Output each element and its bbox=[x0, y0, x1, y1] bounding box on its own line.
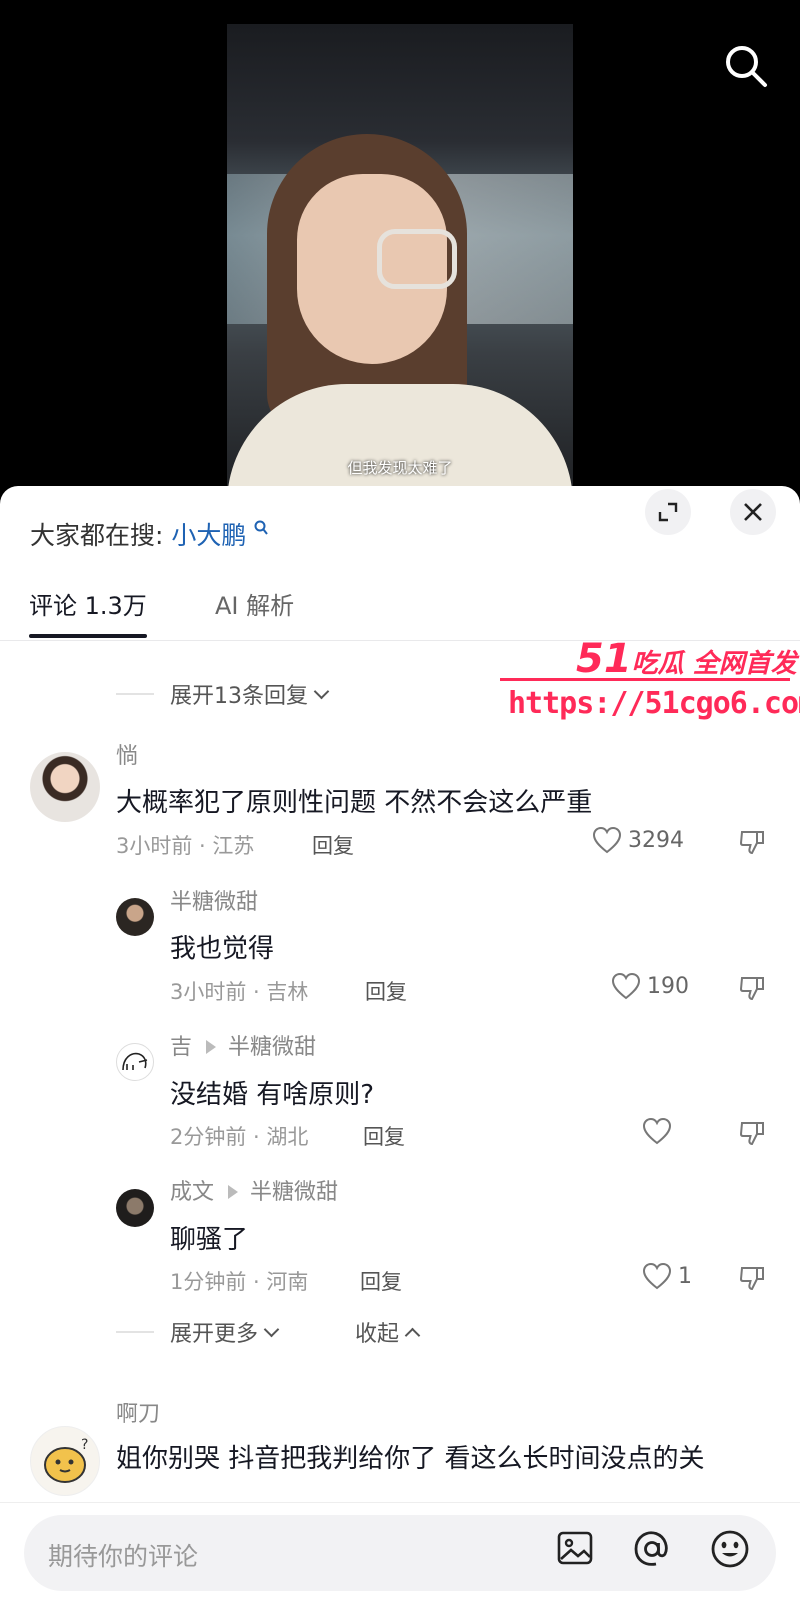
comment-sheet: 大家都在搜: 小大鹏 评论 1.3万 AI 解析 展开13条回复 51吃瓜 全网… bbox=[0, 486, 800, 1604]
avatar-cartoon-icon: ? bbox=[44, 1437, 88, 1483]
reply-meta: 2分钟前 · 湖北 bbox=[170, 1125, 309, 1149]
like-button[interactable] bbox=[642, 1117, 678, 1145]
comment-input-placeholder: 期待你的评论 bbox=[48, 1542, 199, 1571]
like-count: 190 bbox=[647, 973, 689, 999]
reply-button[interactable]: 回复 bbox=[360, 1266, 402, 1296]
emoji-icon[interactable] bbox=[710, 1529, 750, 1569]
hot-search[interactable]: 大家都在搜: 小大鹏 bbox=[30, 516, 269, 552]
chevron-down-icon bbox=[313, 683, 330, 699]
like-button[interactable]: 1 bbox=[642, 1262, 692, 1290]
video-area[interactable]: 但我发现太难了 bbox=[0, 0, 800, 500]
reply-username[interactable]: 半糖微甜 bbox=[170, 884, 258, 916]
small-search-icon bbox=[254, 520, 269, 535]
reply-text: 没结婚 有啥原则? bbox=[170, 1080, 375, 1110]
comment-meta: 3小时前 · 江苏 bbox=[116, 834, 255, 858]
like-count: 1 bbox=[678, 1263, 692, 1289]
like-button[interactable]: 190 bbox=[611, 972, 689, 1000]
dislike-icon[interactable] bbox=[738, 1264, 766, 1292]
reply-button[interactable]: 回复 bbox=[365, 976, 407, 1006]
avatar[interactable] bbox=[116, 1189, 154, 1227]
hot-search-keyword[interactable]: 小大鹏 bbox=[171, 521, 246, 550]
avatar[interactable] bbox=[116, 898, 154, 936]
avatar[interactable] bbox=[30, 752, 100, 822]
tab-ai-analysis[interactable]: AI 解析 bbox=[215, 586, 294, 621]
dislike-icon[interactable] bbox=[738, 974, 766, 1002]
reply-username-label: 成文 bbox=[170, 1180, 215, 1205]
avatar[interactable]: ? bbox=[30, 1426, 100, 1496]
reply-to-arrow-icon bbox=[228, 1185, 239, 1199]
watermark-number: 51 bbox=[576, 636, 632, 682]
video-subtitle: 但我发现太难了 bbox=[347, 459, 453, 477]
reply-username[interactable]: 成文 半糖微甜 bbox=[170, 1174, 338, 1206]
reply-username-label: 吉 bbox=[170, 1035, 193, 1060]
reply-meta: 1分钟前 · 河南 bbox=[170, 1270, 309, 1294]
video-person-glasses bbox=[377, 229, 457, 289]
comment-text: 大概率犯了原则性问题 不然不会这么严重 bbox=[116, 788, 593, 818]
comment-username[interactable]: 啊刀 bbox=[116, 1396, 160, 1428]
comment-input-bar: 期待你的评论 bbox=[0, 1502, 800, 1605]
reply-meta: 3小时前 · 吉林 bbox=[170, 980, 309, 1004]
watermark-bar bbox=[500, 678, 790, 681]
chevron-up-icon bbox=[404, 1327, 421, 1343]
comment-text: 姐你别哭 抖音把我判给你了 看这么长时间没点的关 bbox=[116, 1444, 705, 1474]
hot-search-prefix: 大家都在搜: bbox=[30, 521, 164, 550]
dislike-icon[interactable] bbox=[738, 1119, 766, 1147]
heart-icon bbox=[642, 1262, 672, 1290]
reply-to-arrow-icon bbox=[206, 1040, 217, 1054]
divider bbox=[116, 693, 154, 695]
reply-to-username: 半糖微甜 bbox=[250, 1180, 339, 1205]
watermark: 51吃瓜 全网首发 https://51cgo6.com bbox=[500, 636, 800, 736]
watermark-url: https://51cgo6.com bbox=[508, 686, 800, 721]
search-icon[interactable] bbox=[724, 44, 768, 88]
reply-username[interactable]: 吉 半糖微甜 bbox=[170, 1029, 316, 1061]
expand-replies-label: 展开13条回复 bbox=[170, 684, 308, 709]
watermark-title: 51吃瓜 全网首发 bbox=[576, 636, 797, 682]
avatar-sketch-icon bbox=[122, 1052, 148, 1071]
collapse-label: 收起 bbox=[355, 1322, 400, 1347]
tab-comments[interactable]: 评论 1.3万 bbox=[29, 586, 147, 638]
collapse-button[interactable]: 收起 bbox=[355, 1316, 421, 1348]
dislike-icon[interactable] bbox=[738, 828, 766, 856]
reply-text: 聊骚了 bbox=[170, 1225, 249, 1255]
comment-tabs: 评论 1.3万 AI 解析 bbox=[0, 586, 800, 641]
mention-icon[interactable] bbox=[632, 1529, 672, 1569]
reply-to-username: 半糖微甜 bbox=[228, 1035, 317, 1060]
comment-username[interactable]: 惝 bbox=[116, 738, 138, 770]
heart-icon bbox=[642, 1117, 672, 1145]
reply-button[interactable]: 回复 bbox=[312, 830, 354, 860]
close-icon bbox=[744, 503, 762, 521]
watermark-text: 吃瓜 全网首发 bbox=[631, 649, 797, 679]
svg-text:?: ? bbox=[81, 1437, 88, 1453]
expand-replies-button[interactable]: 展开13条回复 bbox=[116, 678, 330, 710]
chevron-down-icon bbox=[263, 1321, 280, 1337]
heart-icon bbox=[592, 826, 622, 854]
reply-text: 我也觉得 bbox=[170, 934, 275, 964]
video-player[interactable]: 但我发现太难了 bbox=[227, 24, 573, 494]
like-button[interactable]: 3294 bbox=[592, 826, 684, 854]
image-icon[interactable] bbox=[556, 1529, 594, 1567]
expand-button[interactable] bbox=[645, 489, 691, 535]
like-count: 3294 bbox=[628, 827, 684, 853]
avatar[interactable] bbox=[116, 1043, 154, 1081]
reply-button[interactable]: 回复 bbox=[363, 1121, 405, 1151]
divider bbox=[116, 1331, 154, 1333]
fullscreen-icon bbox=[658, 502, 678, 522]
heart-icon bbox=[611, 972, 641, 1000]
close-button[interactable] bbox=[730, 489, 776, 535]
expand-more-label: 展开更多 bbox=[170, 1322, 259, 1347]
expand-more-button[interactable]: 展开更多 bbox=[116, 1316, 280, 1348]
